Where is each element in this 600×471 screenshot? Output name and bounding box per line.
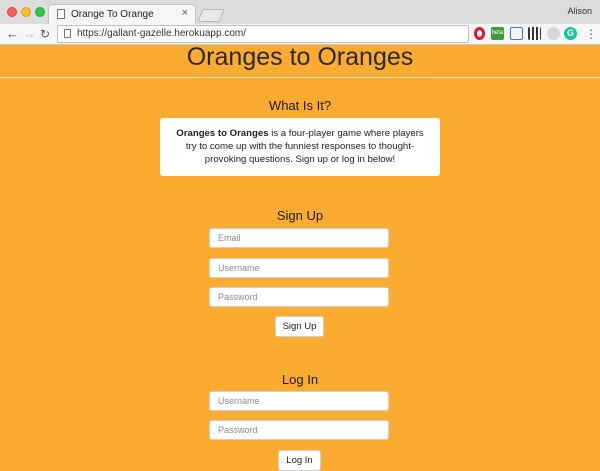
- qr-code-icon[interactable]: [528, 27, 541, 40]
- minimize-window-button[interactable]: [21, 7, 31, 17]
- back-arrow-icon[interactable]: ←: [6, 25, 19, 43]
- about-card: Oranges to Oranges is a four-player game…: [160, 118, 440, 176]
- header-divider: [0, 77, 600, 78]
- opera-icon[interactable]: [474, 27, 485, 40]
- tab-title: Orange To Orange: [71, 9, 154, 20]
- signup-username-input[interactable]: [209, 258, 389, 278]
- extension-icon[interactable]: [547, 27, 560, 40]
- signup-button[interactable]: Sign Up: [275, 316, 324, 337]
- page-info-icon[interactable]: [64, 29, 71, 38]
- about-heading: What Is It?: [268, 98, 332, 113]
- address-bar[interactable]: https://gallant-gazelle.herokuapp.com/: [57, 25, 469, 43]
- cast-icon[interactable]: [510, 27, 523, 40]
- login-password-input[interactable]: [209, 420, 389, 440]
- page-content: Oranges to Oranges What Is It? Oranges t…: [0, 43, 600, 471]
- login-heading: Log In: [281, 372, 319, 387]
- signup-heading: Sign Up: [276, 208, 324, 223]
- browser-tab[interactable]: Orange To Orange ×: [48, 4, 196, 24]
- page-title: Oranges to Oranges: [186, 43, 414, 71]
- signup-email-input[interactable]: [209, 228, 389, 248]
- browser-toolbar: ← → ↻ https://gallant-gazelle.herokuapp.…: [0, 24, 600, 45]
- game-name: Oranges to Oranges: [176, 128, 269, 139]
- tab-close-icon[interactable]: ×: [182, 7, 188, 19]
- forward-arrow-icon[interactable]: →: [23, 25, 36, 43]
- grammarly-icon[interactable]: G: [564, 27, 577, 40]
- browser-menu-icon[interactable]: ⋮: [585, 26, 597, 42]
- beta-icon[interactable]: beta: [491, 27, 504, 40]
- page-icon: [57, 9, 65, 19]
- signup-password-input[interactable]: [209, 287, 389, 307]
- login-username-input[interactable]: [209, 391, 389, 411]
- new-tab-button[interactable]: [197, 9, 225, 22]
- browser-titlebar: Orange To Orange × Alison: [0, 0, 600, 24]
- url-text[interactable]: https://gallant-gazelle.herokuapp.com/: [77, 28, 246, 39]
- close-window-button[interactable]: [7, 7, 17, 17]
- reload-icon[interactable]: ↻: [40, 25, 50, 43]
- profile-name[interactable]: Alison: [567, 6, 592, 16]
- maximize-window-button[interactable]: [35, 7, 45, 17]
